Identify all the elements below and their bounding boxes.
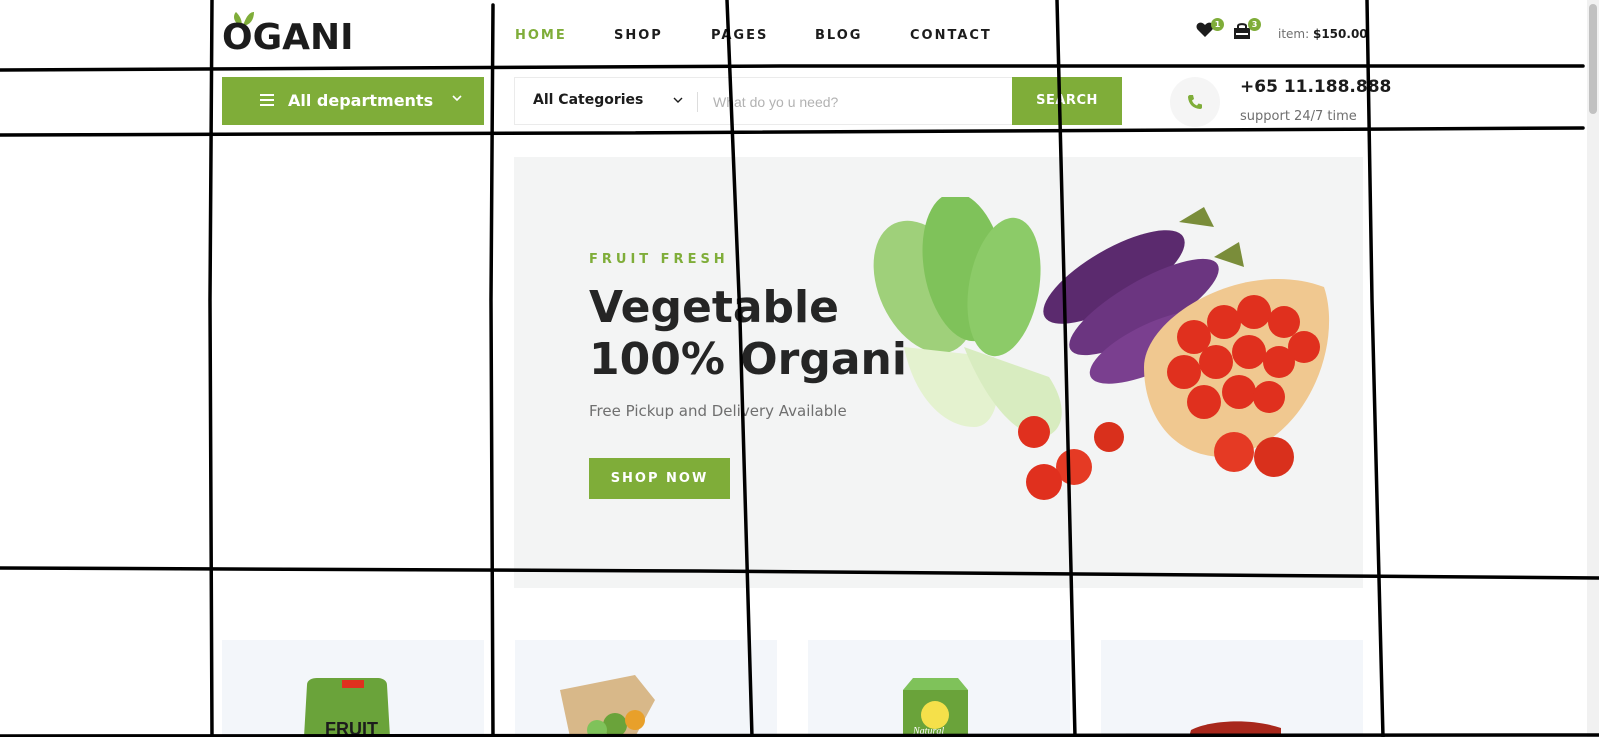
category-tile-fruit[interactable]: FRUIT [222, 640, 484, 737]
meat-image [1189, 721, 1281, 737]
hamburger-icon [260, 94, 274, 106]
hero-banner: FRUIT FRESH Vegetable 100% Organic Free … [514, 157, 1363, 588]
cart-total-label: item: [1278, 27, 1310, 41]
cart-count-badge: 3 [1248, 18, 1261, 31]
chevron-down-icon [452, 95, 462, 102]
grid-line-h1 [0, 64, 1585, 72]
paper-bag-image [560, 675, 655, 737]
search-divider [697, 92, 698, 112]
grid-line-h2 [0, 126, 1585, 137]
category-tile-greens[interactable] [515, 640, 777, 737]
cart-total: item: $150.00 [1278, 27, 1368, 41]
scrollbar-thumb[interactable] [1589, 4, 1597, 114]
fruit-package-label: FRUIT [325, 719, 378, 737]
all-departments-label: All departments [288, 91, 434, 110]
hero-eyebrow: FRUIT FRESH [589, 252, 729, 267]
search-input[interactable] [711, 86, 1005, 118]
category-tile-meat[interactable] [1101, 640, 1363, 737]
nav-blog[interactable]: BLOG [815, 28, 862, 43]
site-logo[interactable]: OGANI [222, 18, 354, 58]
grid-line-v2 [489, 3, 495, 737]
juice-box-label: Natural [912, 726, 944, 737]
wishlist-count-badge: 1 [1211, 18, 1224, 31]
phone-icon [1188, 95, 1202, 109]
chevron-down-icon [673, 97, 683, 103]
shop-now-button[interactable]: SHOP NOW [589, 458, 730, 499]
nav-home[interactable]: HOME [515, 28, 567, 43]
search-button[interactable]: SEARCH [1012, 77, 1122, 125]
category-tile-juice[interactable]: Natural [808, 640, 1070, 737]
grid-line-v5 [1365, 0, 1385, 737]
nav-contact[interactable]: CONTACT [910, 28, 992, 43]
phone-icon-circle [1170, 77, 1220, 127]
juice-box-image: Natural [903, 678, 968, 737]
fruit-package-image: FRUIT [304, 678, 390, 737]
nav-shop[interactable]: SHOP [614, 28, 663, 43]
all-departments-button[interactable]: All departments [222, 77, 484, 125]
cart-button[interactable]: 3 [1233, 18, 1261, 44]
phone-number: +65 11.188.888 [1240, 77, 1392, 97]
wishlist-button[interactable]: 1 [1196, 18, 1224, 42]
grid-line-v1 [208, 0, 214, 737]
hero-subtitle: Free Pickup and Delivery Available [589, 402, 847, 420]
search-bar: All Categories SEARCH [514, 77, 1122, 125]
cart-total-amount: $150.00 [1312, 27, 1368, 41]
support-text: support 24/7 time [1240, 109, 1357, 124]
nav-pages[interactable]: PAGES [711, 28, 768, 43]
category-select[interactable]: All Categories [533, 92, 643, 108]
vegetables-image [873, 197, 1330, 500]
